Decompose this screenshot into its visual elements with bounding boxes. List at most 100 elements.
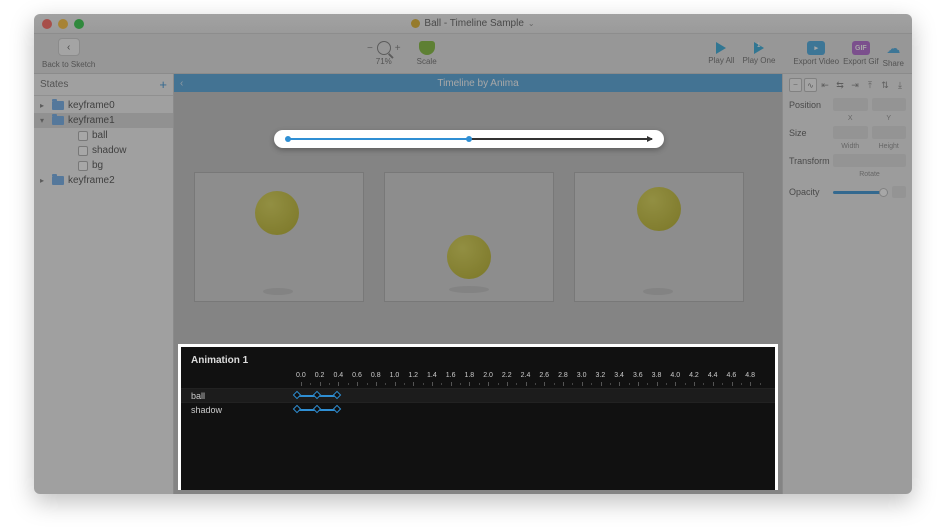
- tree-item-label: keyframe2: [68, 175, 115, 186]
- align-bottom-icon[interactable]: ⤓: [894, 79, 906, 91]
- opacity-slider[interactable]: [833, 191, 888, 194]
- opacity-value-field[interactable]: [892, 186, 906, 198]
- export-gif-label: Export Gif: [843, 57, 879, 66]
- tree-folder-row[interactable]: ▸ keyframe2: [34, 173, 173, 188]
- tree-layer-row[interactable]: bg: [34, 158, 173, 173]
- scale-icon[interactable]: [419, 41, 435, 55]
- timeline-track-row[interactable]: shadow: [181, 402, 775, 416]
- zoom-in-button[interactable]: +: [395, 43, 401, 54]
- export-video-icon[interactable]: ▸: [807, 41, 825, 55]
- states-header: States: [40, 79, 68, 90]
- keyframe-preview-0[interactable]: [194, 172, 364, 302]
- position-label: Position: [789, 100, 829, 110]
- share-icon[interactable]: ☁: [886, 40, 900, 57]
- zoom-percent: 71%: [376, 57, 392, 66]
- canvas-back-button[interactable]: ‹: [180, 78, 183, 89]
- tree-item-label: keyframe0: [68, 100, 115, 111]
- timeline-track-row[interactable]: ball: [181, 388, 775, 402]
- disclosure-icon[interactable]: ▾: [40, 116, 48, 125]
- ruler-tick-label: 2.6: [539, 372, 549, 379]
- ball-icon: [637, 187, 681, 231]
- track-lane[interactable]: [297, 403, 775, 416]
- keyframe-preview-2[interactable]: [574, 172, 744, 302]
- disclosure-icon[interactable]: ▸: [40, 176, 48, 185]
- keyframe-diamond-icon[interactable]: [333, 391, 341, 399]
- size-height-field[interactable]: [872, 126, 907, 139]
- play-one-label: Play One: [742, 56, 775, 65]
- tree-item-label: keyframe1: [68, 115, 115, 126]
- play-one-icon[interactable]: 1: [754, 42, 764, 54]
- shadow-icon: [643, 288, 673, 295]
- tree-layer-row[interactable]: ball: [34, 128, 173, 143]
- scrubber-playhead-icon[interactable]: [466, 136, 472, 142]
- ruler-tick-label: 3.6: [633, 372, 643, 379]
- size-width-field[interactable]: [833, 126, 868, 139]
- ruler-tick-label: 0.4: [333, 372, 343, 379]
- timeline-ruler[interactable]: 0.00.20.40.60.81.01.21.41.61.82.02.22.42…: [181, 372, 775, 388]
- back-button[interactable]: ‹: [58, 38, 80, 56]
- layer-icon: [78, 131, 88, 141]
- align-top-icon[interactable]: ⤒: [864, 79, 876, 91]
- shadow-icon: [263, 288, 293, 295]
- inspector-tab-1[interactable]: ⎯: [789, 78, 802, 92]
- keyframe-preview-1[interactable]: [384, 172, 554, 302]
- magnifier-icon[interactable]: [377, 41, 391, 55]
- ruler-tick-label: 3.8: [652, 372, 662, 379]
- ruler-tick-label: 4.8: [745, 372, 755, 379]
- keyframe-diamond-icon[interactable]: [313, 405, 321, 413]
- states-panel: States + ▸ keyframe0 ▾ keyframe1 ball shadow b…: [34, 74, 174, 494]
- transform-label: Transform: [789, 156, 829, 166]
- titlebar: Ball - Timeline Sample ⌄: [34, 14, 912, 34]
- zoom-out-button[interactable]: −: [367, 43, 373, 54]
- title-text: Ball - Timeline Sample: [424, 18, 523, 29]
- opacity-label: Opacity: [789, 187, 829, 197]
- x-sublabel: X: [833, 115, 868, 122]
- ruler-tick-label: 0.0: [296, 372, 306, 379]
- tree-folder-row[interactable]: ▸ keyframe0: [34, 98, 173, 113]
- ruler-tick-label: 1.6: [446, 372, 456, 379]
- scrubber-start-icon[interactable]: [285, 136, 291, 142]
- ruler-tick-label: 3.4: [614, 372, 624, 379]
- ruler-tick-label: 3.0: [577, 372, 587, 379]
- states-tree: ▸ keyframe0 ▾ keyframe1 ball shadow bg ▸ keyfram…: [34, 96, 173, 190]
- scrubber-end-icon: [647, 136, 653, 142]
- keyframe-diamond-icon[interactable]: [313, 391, 321, 399]
- align-middle-icon[interactable]: ⇅: [879, 79, 891, 91]
- tree-layer-row[interactable]: shadow: [34, 143, 173, 158]
- canvas-header: ‹ Timeline by Anima: [174, 74, 782, 92]
- ruler-tick-label: 4.0: [670, 372, 680, 379]
- align-center-icon[interactable]: ⇆: [834, 79, 846, 91]
- inspector-panel: ⎯ ∿ ⇤ ⇆ ⇥ ⤒ ⇅ ⤓ Position XY Size WidthHe…: [782, 74, 912, 494]
- align-left-icon[interactable]: ⇤: [819, 79, 831, 91]
- tree-folder-row[interactable]: ▾ keyframe1: [34, 113, 173, 128]
- chevron-down-icon[interactable]: ⌄: [528, 19, 535, 28]
- opacity-thumb[interactable]: [879, 188, 888, 197]
- play-all-icon[interactable]: [716, 42, 726, 54]
- position-x-field[interactable]: [833, 98, 868, 111]
- track-lane[interactable]: [297, 389, 775, 402]
- canvas-header-title: Timeline by Anima: [437, 78, 518, 89]
- ruler-tick-label: 1.2: [408, 372, 418, 379]
- keyframe-diamond-icon[interactable]: [333, 405, 341, 413]
- back-label: Back to Sketch: [42, 60, 95, 69]
- ruler-tick-label: 4.6: [727, 372, 737, 379]
- add-state-button[interactable]: +: [159, 77, 167, 92]
- canvas-area: ‹ Timeline by Anima Animation 1 0.00.20.…: [174, 74, 782, 494]
- position-y-field[interactable]: [872, 98, 907, 111]
- layer-icon: [78, 146, 88, 156]
- disclosure-icon[interactable]: ▸: [40, 101, 48, 110]
- size-label: Size: [789, 128, 829, 138]
- rotate-field[interactable]: [833, 154, 906, 167]
- tree-item-label: ball: [92, 130, 108, 141]
- ruler-tick-label: 0.8: [371, 372, 381, 379]
- tree-item-label: bg: [92, 160, 103, 171]
- align-right-icon[interactable]: ⇥: [849, 79, 861, 91]
- inspector-tab-2[interactable]: ∿: [804, 78, 817, 92]
- export-gif-icon[interactable]: GIF: [852, 41, 870, 55]
- folder-icon: [52, 176, 64, 185]
- timeline-scrubber[interactable]: [274, 130, 664, 148]
- ruler-tick-label: 1.4: [427, 372, 437, 379]
- share-label: Share: [883, 59, 904, 68]
- ruler-tick-label: 2.4: [521, 372, 531, 379]
- track-label: ball: [181, 391, 297, 401]
